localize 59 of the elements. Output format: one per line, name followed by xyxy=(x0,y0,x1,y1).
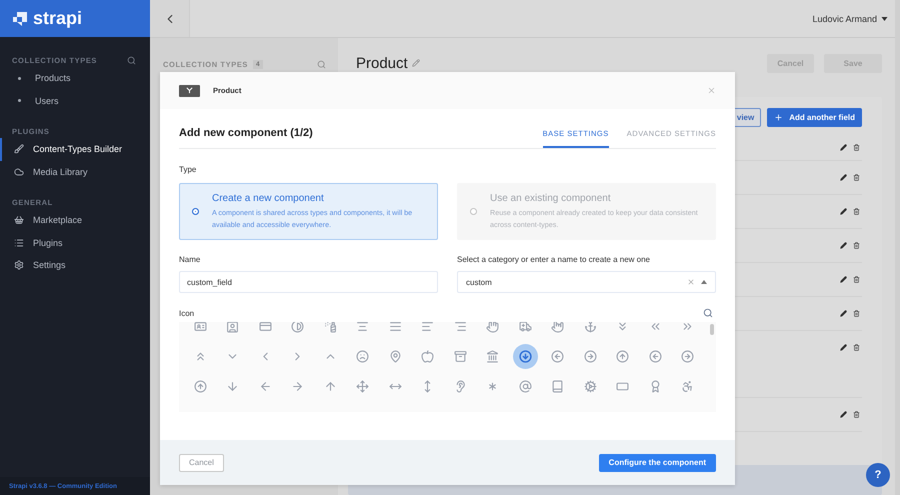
field-label: Name xyxy=(179,255,202,264)
delete-icon[interactable] xyxy=(853,310,860,317)
nav-item[interactable]: Marketplace xyxy=(0,209,150,232)
delete-icon[interactable] xyxy=(853,276,860,283)
logo-icon xyxy=(13,12,27,26)
edit-icon[interactable] xyxy=(840,208,847,215)
plus-icon xyxy=(774,113,784,122)
basket-icon xyxy=(14,215,24,226)
search-icon[interactable] xyxy=(317,60,326,69)
caret-icon xyxy=(881,16,888,20)
nav-item[interactable]: Users xyxy=(0,90,150,112)
option-title: Use an existing component xyxy=(490,192,612,204)
edit-icon[interactable] xyxy=(840,174,847,181)
edit-icon[interactable] xyxy=(840,344,847,351)
radio-button[interactable] xyxy=(192,208,199,215)
cloud-icon xyxy=(14,166,24,177)
delete-icon[interactable] xyxy=(853,344,860,351)
delete-icon[interactable] xyxy=(853,242,860,249)
option-title: Create a new component xyxy=(212,192,325,204)
page-title: Product xyxy=(356,54,420,72)
add-field-button[interactable]: Add another field xyxy=(767,108,862,127)
field-label: Icon xyxy=(179,308,194,318)
logo-text: strapi xyxy=(33,8,82,29)
list-icon xyxy=(14,238,24,248)
pencil-icon[interactable] xyxy=(412,59,420,67)
settings-icon xyxy=(14,260,24,270)
nav-item[interactable]: Products xyxy=(0,67,150,90)
name-field[interactable]: custom_field xyxy=(179,271,438,293)
brush-icon xyxy=(14,144,24,154)
delete-icon[interactable] xyxy=(853,174,860,181)
delete-icon[interactable] xyxy=(853,208,860,215)
edit-icon[interactable] xyxy=(840,276,847,283)
component-badge xyxy=(179,84,200,96)
clear-icon[interactable] xyxy=(687,278,695,286)
search-icon[interactable] xyxy=(703,308,713,318)
nav-item[interactable]: Media Library xyxy=(0,160,150,183)
close-icon[interactable] xyxy=(707,86,716,95)
caret-icon[interactable] xyxy=(701,280,707,284)
bullet-icon xyxy=(18,76,21,80)
nav-item[interactable]: Settings xyxy=(0,254,150,276)
scrollbar-thumb[interactable] xyxy=(710,324,714,335)
modal-title: Add new component (1/2) xyxy=(179,127,313,141)
field-label: Type xyxy=(179,165,198,174)
field-label: Select a category or enter a name to create a new one xyxy=(457,255,652,264)
edit-icon[interactable] xyxy=(840,411,847,418)
nav-item[interactable]: Plugins xyxy=(0,232,150,254)
category-select[interactable]: custom xyxy=(457,271,716,293)
search-icon[interactable] xyxy=(127,56,136,64)
radio-button[interactable] xyxy=(470,208,477,215)
delete-icon[interactable] xyxy=(853,144,860,151)
bullet-icon xyxy=(18,99,21,102)
help-button[interactable]: ? xyxy=(866,463,890,487)
edit-icon[interactable] xyxy=(840,310,847,317)
configure-button[interactable]: Configure the component xyxy=(598,454,716,472)
circle-arrow-down-icon[interactable] xyxy=(512,344,538,368)
edit-icon[interactable] xyxy=(840,144,847,151)
edit-icon[interactable] xyxy=(840,242,847,249)
delete-icon[interactable] xyxy=(853,411,860,418)
user-menu[interactable]: Ludovic Armand xyxy=(812,14,888,24)
